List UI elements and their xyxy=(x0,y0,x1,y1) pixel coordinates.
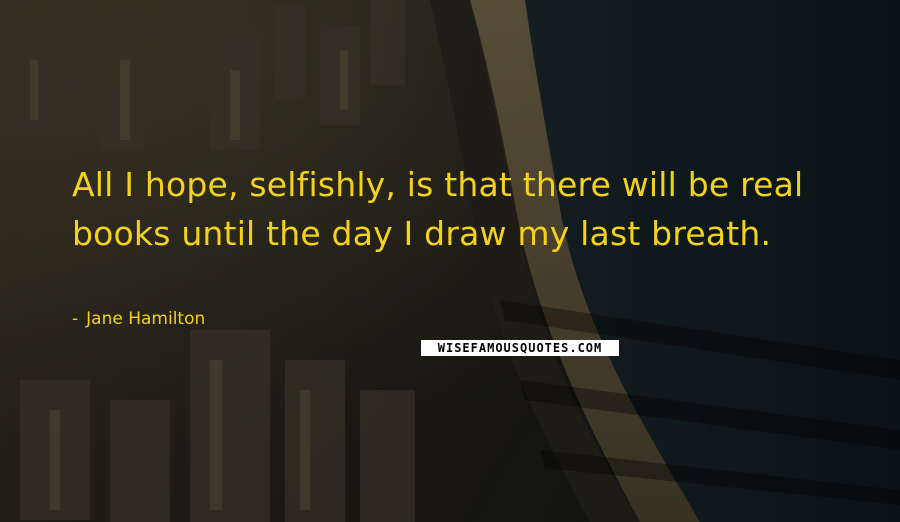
darkening-overlay xyxy=(0,0,900,522)
author-name: Jane Hamilton xyxy=(86,309,206,329)
wisefamousquotes-watermark: WISEFAMOUSQUOTES.COM xyxy=(421,340,619,356)
author-dash: - xyxy=(72,309,79,329)
quote-text: All I hope, selfishly, is that there wil… xyxy=(72,165,804,253)
author-line: - Jane Hamilton xyxy=(72,309,205,329)
quote-image: All I hope, selfishly, is that there wil… xyxy=(0,0,900,522)
